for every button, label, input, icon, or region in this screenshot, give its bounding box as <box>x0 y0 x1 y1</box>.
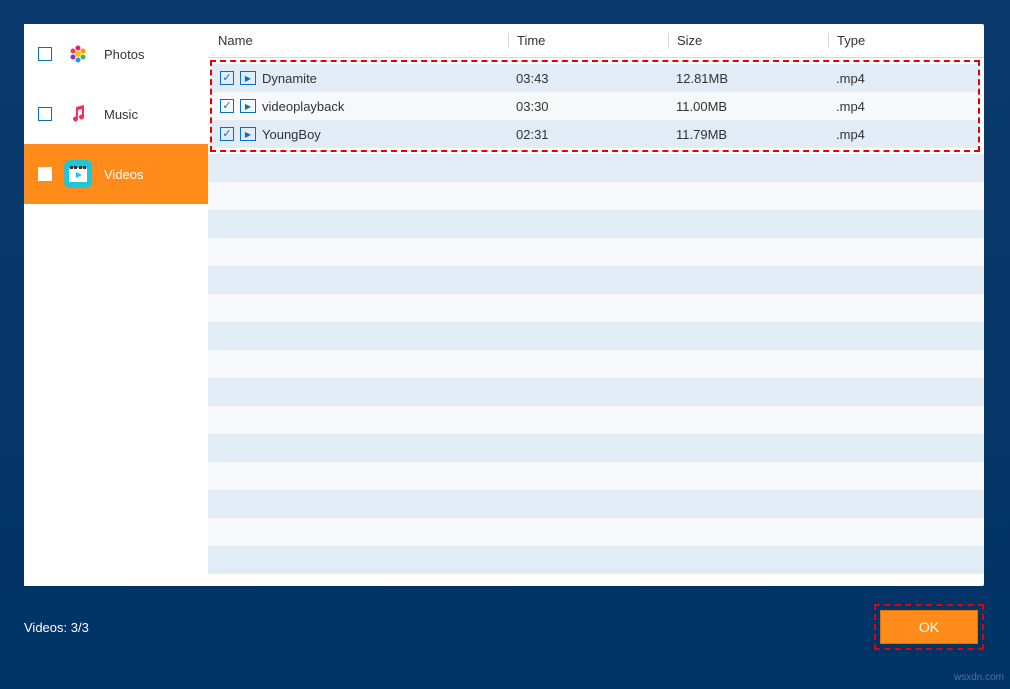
file-name: YoungBoy <box>262 127 321 142</box>
checkbox-icon[interactable] <box>220 99 234 113</box>
ok-button[interactable]: OK <box>880 610 978 644</box>
header-time[interactable]: Time <box>508 33 668 48</box>
sidebar-item-videos[interactable]: Videos <box>24 144 208 204</box>
sidebar-item-photos[interactable]: Photos <box>24 24 208 84</box>
video-file-icon <box>240 99 256 113</box>
file-size: 11.00MB <box>668 99 828 114</box>
photos-icon <box>64 40 92 68</box>
checkbox-icon[interactable] <box>38 47 52 61</box>
footer: Videos: 3/3 OK <box>24 604 984 650</box>
file-size: 12.81MB <box>668 71 828 86</box>
file-size: 11.79MB <box>668 127 828 142</box>
music-icon <box>64 100 92 128</box>
videos-icon <box>64 160 92 188</box>
file-time: 03:43 <box>508 71 668 86</box>
sidebar: Photos Music Videos <box>24 24 208 586</box>
sidebar-item-music[interactable]: Music <box>24 84 208 144</box>
checkbox-icon[interactable] <box>220 127 234 141</box>
main-panel: Photos Music Videos Name Time Size Type <box>24 24 984 586</box>
ok-highlight: OK <box>874 604 984 650</box>
file-name: videoplayback <box>262 99 344 114</box>
file-type: .mp4 <box>828 99 978 114</box>
selection-highlight: Dynamite 03:43 12.81MB .mp4 videoplaybac… <box>210 60 980 152</box>
file-type: .mp4 <box>828 127 978 142</box>
sidebar-item-label: Music <box>104 107 138 122</box>
content-area: Name Time Size Type Dynamite 03:43 12.81… <box>208 24 984 586</box>
header-name[interactable]: Name <box>208 33 508 48</box>
table-header: Name Time Size Type <box>208 24 984 58</box>
checkbox-icon[interactable] <box>38 107 52 121</box>
sidebar-item-label: Videos <box>104 167 144 182</box>
file-time: 03:30 <box>508 99 668 114</box>
file-type: .mp4 <box>828 71 978 86</box>
checkbox-icon[interactable] <box>220 71 234 85</box>
header-type[interactable]: Type <box>828 33 984 48</box>
watermark: wsxdn.com <box>954 672 1004 683</box>
video-file-icon <box>240 71 256 85</box>
table-row[interactable]: YoungBoy 02:31 11.79MB .mp4 <box>212 120 978 148</box>
status-text: Videos: 3/3 <box>24 620 89 635</box>
table-row[interactable]: Dynamite 03:43 12.81MB .mp4 <box>212 64 978 92</box>
file-name: Dynamite <box>262 71 317 86</box>
video-file-icon <box>240 127 256 141</box>
checkbox-icon[interactable] <box>38 167 52 181</box>
table-row[interactable]: videoplayback 03:30 11.00MB .mp4 <box>212 92 978 120</box>
file-time: 02:31 <box>508 127 668 142</box>
empty-rows <box>208 154 984 586</box>
header-size[interactable]: Size <box>668 33 828 48</box>
sidebar-item-label: Photos <box>104 47 144 62</box>
